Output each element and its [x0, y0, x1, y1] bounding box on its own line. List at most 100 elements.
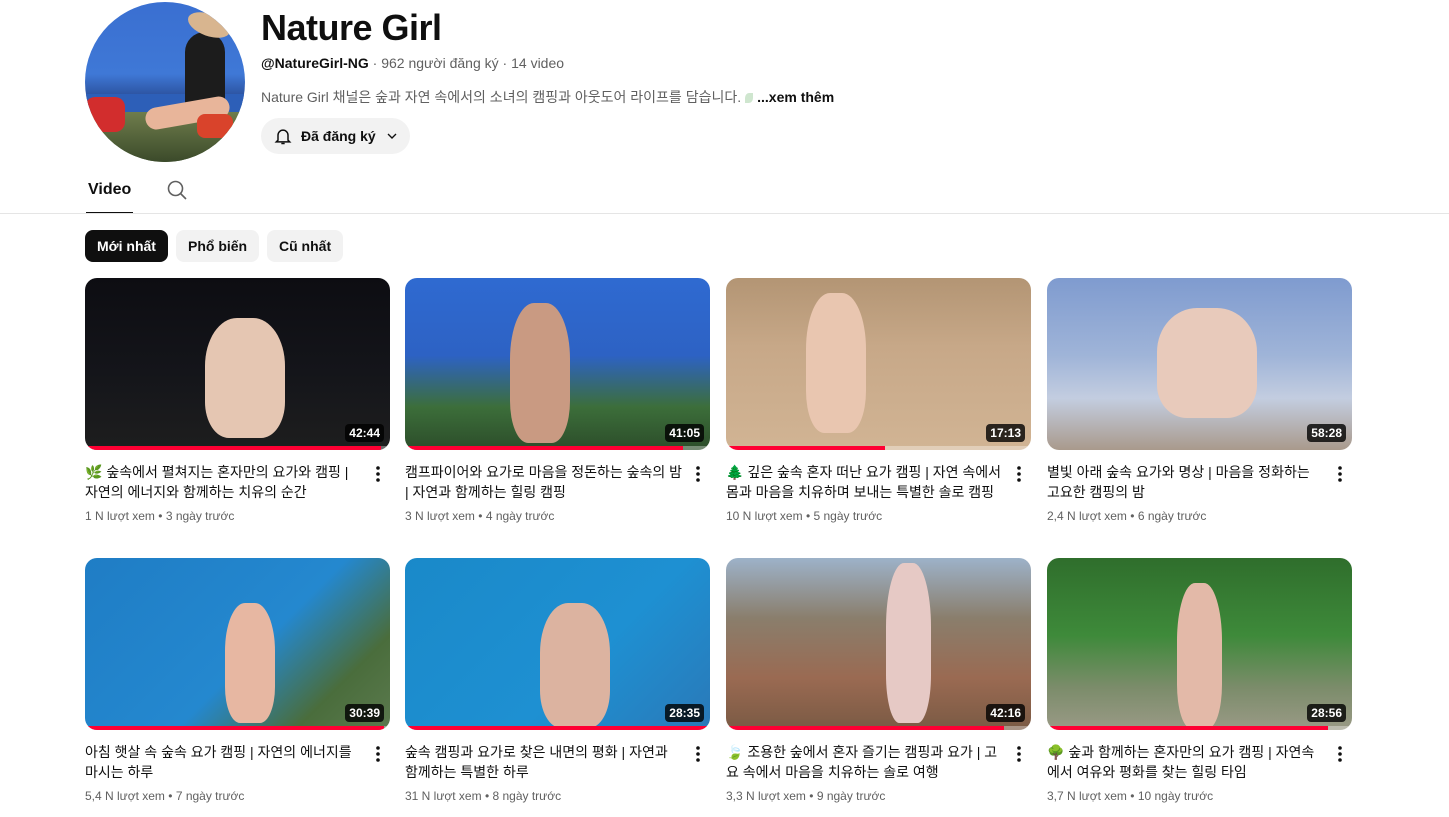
upload-age: 9 ngày trước: [816, 789, 886, 803]
tab-video-label: Video: [88, 181, 132, 198]
thumbnail-figure: [540, 603, 610, 728]
video-duration: 58:28: [1307, 424, 1346, 442]
tab-video[interactable]: Video: [86, 176, 134, 214]
leaf-icon: [745, 93, 754, 104]
video-card[interactable]: 42:16 🍃 조용한 숲에서 혼자 즐기는 캠핑과 요가 | 고요 속에서 마…: [726, 558, 1031, 803]
channel-description[interactable]: Nature Girl 채널은 숲과 자연 속에서의 소녀의 캠핑과 아웃도어 …: [261, 87, 834, 107]
chevron-down-icon: [387, 133, 397, 139]
video-info: 숲속 캠핑과 요가로 찾은 내면의 평화 | 자연과 함께하는 특별한 하루 3…: [405, 742, 710, 803]
view-count: 10 N lượt xem: [726, 509, 803, 523]
chip-newest[interactable]: Mới nhất: [85, 230, 168, 262]
video-duration: 41:05: [665, 424, 704, 442]
video-card[interactable]: 28:35 숲속 캠핑과 요가로 찾은 내면의 평화 | 자연과 함께하는 특별…: [405, 558, 710, 803]
watch-progress-bar: [1047, 726, 1328, 730]
video-count: 14 video: [511, 55, 565, 71]
chip-oldest[interactable]: Cũ nhất: [267, 230, 344, 262]
video-thumbnail[interactable]: 58:28: [1047, 278, 1352, 450]
video-duration: 30:39: [345, 704, 384, 722]
meta-dot: •: [1130, 509, 1138, 523]
video-duration: 42:44: [345, 424, 384, 442]
thumbnail-figure: [806, 293, 866, 433]
more-actions-icon[interactable]: [686, 742, 710, 766]
description-text: Nature Girl 채널은 숲과 자연 속에서의 소녀의 캠핑과 아웃도어 …: [261, 89, 742, 105]
video-meta: 3,7 N lượt xem • 10 ngày trước: [1047, 789, 1326, 803]
view-count: 5,4 N lượt xem: [85, 789, 165, 803]
thumbnail-figure: [510, 303, 570, 443]
video-title[interactable]: 별빛 아래 숲속 요가와 명상 | 마음을 정화하는 고요한 캠핑의 밤: [1047, 462, 1326, 502]
upload-age: 7 ngày trước: [175, 789, 245, 803]
video-card[interactable]: 30:39 아침 햇살 속 숲속 요가 캠핑 | 자연의 에너지를 마시는 하루…: [85, 558, 390, 803]
watch-progress-bar: [726, 446, 885, 450]
video-title[interactable]: 🌲 깊은 숲속 혼자 떠난 요가 캠핑 | 자연 속에서 몸과 마음을 치유하며…: [726, 462, 1005, 502]
more-actions-icon[interactable]: [366, 742, 390, 766]
see-more-link[interactable]: ...xem thêm: [757, 89, 834, 105]
view-count: 3,7 N lượt xem: [1047, 789, 1127, 803]
video-thumbnail[interactable]: 42:44: [85, 278, 390, 450]
video-card[interactable]: 42:44 🌿 숲속에서 펼쳐지는 혼자만의 요가와 캠핑 | 자연의 에너지와…: [85, 278, 390, 523]
video-card[interactable]: 41:05 캠프파이어와 요가로 마음을 정돈하는 숲속의 밤 | 자연과 함께…: [405, 278, 710, 523]
chip-popular[interactable]: Phổ biến: [176, 230, 260, 262]
search-icon[interactable]: [165, 178, 189, 202]
view-count: 3 N lượt xem: [405, 509, 475, 523]
video-thumbnail[interactable]: 30:39: [85, 558, 390, 730]
tabs-divider: [0, 213, 1449, 214]
more-actions-icon[interactable]: [1007, 462, 1031, 486]
avatar-bag: [85, 97, 125, 132]
video-duration: 28:56: [1307, 704, 1346, 722]
video-info: 별빛 아래 숲속 요가와 명상 | 마음을 정화하는 고요한 캠핑의 밤 2,4…: [1047, 462, 1352, 523]
view-count: 1 N lượt xem: [85, 509, 155, 523]
upload-age: 4 ngày trước: [485, 509, 555, 523]
channel-avatar[interactable]: [85, 2, 245, 162]
video-meta: 1 N lượt xem • 3 ngày trước: [85, 509, 364, 523]
video-info: 캠프파이어와 요가로 마음을 정돈하는 숲속의 밤 | 자연과 함께하는 힐링 …: [405, 462, 710, 523]
view-count: 3,3 N lượt xem: [726, 789, 806, 803]
thumbnail-figure: [205, 318, 285, 438]
watch-progress-bar: [85, 446, 381, 450]
view-count: 2,4 N lượt xem: [1047, 509, 1127, 523]
video-info: 🍃 조용한 숲에서 혼자 즐기는 캠핑과 요가 | 고요 속에서 마음을 치유하…: [726, 742, 1031, 803]
video-thumbnail[interactable]: 41:05: [405, 278, 710, 450]
avatar-shorts: [197, 114, 233, 138]
more-actions-icon[interactable]: [1328, 742, 1352, 766]
upload-age: 3 ngày trước: [165, 509, 235, 523]
channel-name: Nature Girl: [261, 7, 442, 48]
upload-age: 6 ngày trước: [1137, 509, 1207, 523]
video-thumbnail[interactable]: 28:35: [405, 558, 710, 730]
thumbnail-figure: [225, 603, 275, 723]
video-thumbnail[interactable]: 42:16: [726, 558, 1031, 730]
video-title[interactable]: 숲속 캠핑과 요가로 찾은 내면의 평화 | 자연과 함께하는 특별한 하루: [405, 742, 684, 782]
more-actions-icon[interactable]: [1328, 462, 1352, 486]
video-title[interactable]: 아침 햇살 속 숲속 요가 캠핑 | 자연의 에너지를 마시는 하루: [85, 742, 364, 782]
channel-meta: @NatureGirl-NG · 962 người đăng ký · 14 …: [261, 55, 564, 71]
video-thumbnail[interactable]: 28:56: [1047, 558, 1352, 730]
chip-popular-label: Phổ biến: [188, 238, 248, 254]
video-title[interactable]: 🌿 숲속에서 펼쳐지는 혼자만의 요가와 캠핑 | 자연의 에너지와 함께하는 …: [85, 462, 364, 502]
video-meta: 3 N lượt xem • 4 ngày trước: [405, 509, 684, 523]
meta-dot: •: [478, 509, 486, 523]
video-title[interactable]: 🌳 숲과 함께하는 혼자만의 요가 캠핑 | 자연속에서 여유와 평화를 찾는 …: [1047, 742, 1326, 782]
more-actions-icon[interactable]: [1007, 742, 1031, 766]
video-title[interactable]: 캠프파이어와 요가로 마음을 정돈하는 숲속의 밤 | 자연과 함께하는 힐링 …: [405, 462, 684, 502]
upload-age: 5 ngày trước: [813, 509, 883, 523]
video-card[interactable]: 17:13 🌲 깊은 숲속 혼자 떠난 요가 캠핑 | 자연 속에서 몸과 마음…: [726, 278, 1031, 523]
view-count: 31 N lượt xem: [405, 789, 482, 803]
channel-handle[interactable]: @NatureGirl-NG: [261, 55, 369, 71]
subscribed-label: Đã đăng ký: [301, 128, 376, 144]
watch-progress-bar: [85, 726, 384, 730]
video-title[interactable]: 🍃 조용한 숲에서 혼자 즐기는 캠핑과 요가 | 고요 속에서 마음을 치유하…: [726, 742, 1005, 782]
video-thumbnail[interactable]: 17:13: [726, 278, 1031, 450]
video-duration: 28:35: [665, 704, 704, 722]
subscriber-count: 962 người đăng ký: [381, 55, 499, 71]
bell-icon: [274, 129, 292, 145]
video-meta: 3,3 N lượt xem • 9 ngày trước: [726, 789, 1005, 803]
video-meta: 2,4 N lượt xem • 6 ngày trước: [1047, 509, 1326, 523]
meta-separator: ·: [368, 55, 382, 71]
more-actions-icon[interactable]: [366, 462, 390, 486]
subscribed-button[interactable]: Đã đăng ký: [261, 118, 410, 154]
video-card[interactable]: 28:56 🌳 숲과 함께하는 혼자만의 요가 캠핑 | 자연속에서 여유와 평…: [1047, 558, 1352, 803]
more-actions-icon[interactable]: [686, 462, 710, 486]
video-card[interactable]: 58:28 별빛 아래 숲속 요가와 명상 | 마음을 정화하는 고요한 캠핑의…: [1047, 278, 1352, 523]
meta-separator: ·: [498, 55, 512, 71]
watch-progress-bar: [405, 726, 710, 730]
meta-dot: •: [1130, 789, 1138, 803]
